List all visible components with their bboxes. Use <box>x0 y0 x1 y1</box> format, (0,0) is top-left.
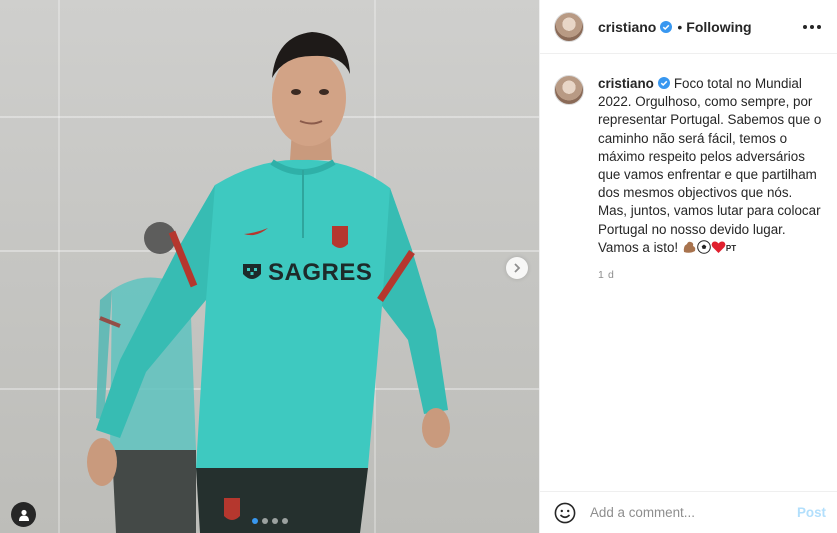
jersey-sponsor: SAGRES <box>241 259 372 287</box>
comment-bar: Post <box>540 491 837 533</box>
comment-input[interactable] <box>590 505 797 520</box>
person-icon <box>18 509 29 521</box>
following-button[interactable]: Following <box>686 19 751 35</box>
tagged-people-button[interactable] <box>11 502 36 527</box>
soccer-ball-emoji <box>697 240 711 254</box>
flexed-biceps-emoji <box>683 241 696 253</box>
post-header: cristiano • Following <box>540 0 837 54</box>
emoji-picker-icon[interactable] <box>554 502 576 524</box>
post-side-panel: cristiano • Following cristiano Foco tot… <box>539 0 837 533</box>
header-separator: • <box>677 18 683 35</box>
carousel-dot <box>272 518 278 524</box>
more-dots-icon <box>803 24 807 29</box>
carousel-dots <box>252 518 288 524</box>
caption-username[interactable]: cristiano <box>598 76 654 91</box>
author-avatar[interactable] <box>554 11 584 42</box>
post-comment-button[interactable]: Post <box>797 505 826 520</box>
red-heart-emoji <box>711 241 726 253</box>
caption-text: Foco total no Mundial 2022. Orgulhoso, c… <box>598 76 822 255</box>
portugal-flag-text: PT <box>725 243 737 253</box>
post-timestamp[interactable]: 1 d <box>598 269 824 281</box>
carousel-dot-active <box>252 518 258 524</box>
caption-avatar[interactable] <box>554 75 584 105</box>
post-media[interactable]: SAGRES <box>0 0 539 533</box>
verified-badge-icon <box>660 20 673 33</box>
caption-row: cristiano Foco total no Mundial 2022. Or… <box>540 54 837 281</box>
instagram-post: SAGRES cristiano • Following cristiano F… <box>0 0 837 533</box>
chevron-right-icon <box>514 263 521 273</box>
sponsor-text: SAGRES <box>268 259 373 286</box>
verified-badge-icon <box>657 77 670 89</box>
carousel-next-button[interactable] <box>506 257 528 279</box>
author-username[interactable]: cristiano <box>598 19 656 35</box>
more-dots-icon <box>817 24 821 29</box>
carousel-dot <box>282 518 288 524</box>
more-options-button[interactable] <box>803 21 821 33</box>
caption: cristiano Foco total no Mundial 2022. Or… <box>598 75 824 258</box>
carousel-dot <box>262 518 268 524</box>
more-dots-icon <box>810 24 814 29</box>
sponsor-shield-icon <box>243 264 261 279</box>
